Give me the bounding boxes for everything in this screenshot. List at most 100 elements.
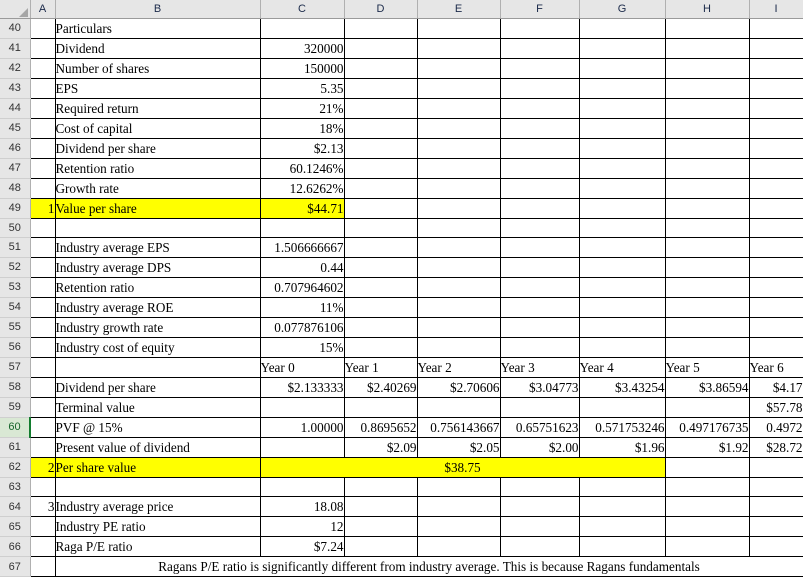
- table-row[interactable]: 67 Ragans P/E ratio is significantly dif…: [0, 556, 803, 577]
- cell-E53[interactable]: [416, 276, 501, 298]
- cell-G57[interactable]: Year 4: [578, 356, 666, 378]
- cell-G56[interactable]: [578, 336, 666, 358]
- cell-F46[interactable]: [499, 137, 580, 159]
- cell-C46[interactable]: $2.13: [259, 137, 345, 159]
- cell-I49[interactable]: [748, 197, 803, 219]
- cell-H62[interactable]: [664, 456, 750, 478]
- cell-E59[interactable]: [416, 396, 501, 418]
- spreadsheet-canvas[interactable]: A B C D E F G H I 40 Particulars 41 Divi…: [0, 0, 803, 577]
- table-row[interactable]: 63: [0, 476, 803, 498]
- cell-A66[interactable]: [29, 536, 56, 558]
- cell-G47[interactable]: [578, 157, 666, 179]
- table-row[interactable]: 51 Industry average EPS 1.506666667: [0, 236, 803, 258]
- cell-F44[interactable]: [499, 97, 580, 119]
- cell-H54[interactable]: [664, 296, 750, 318]
- cell-B56[interactable]: Industry cost of equity: [54, 336, 261, 358]
- row-header-48[interactable]: 48: [0, 178, 31, 199]
- cell-A55[interactable]: [29, 316, 56, 338]
- cell-A56[interactable]: [29, 336, 56, 358]
- cell-D59[interactable]: [343, 396, 418, 418]
- cell-A57[interactable]: [29, 356, 56, 378]
- cell-E56[interactable]: [416, 336, 501, 358]
- cell-A40[interactable]: [29, 17, 56, 39]
- cell-D56[interactable]: [343, 336, 418, 358]
- cell-A54[interactable]: [29, 296, 56, 318]
- row-header-40[interactable]: 40: [0, 18, 31, 39]
- cell-I41[interactable]: [748, 37, 803, 59]
- table-row[interactable]: 54 Industry average ROE 11%: [0, 296, 803, 318]
- cell-B47[interactable]: Retention ratio: [54, 157, 261, 179]
- cell-H44[interactable]: [664, 97, 750, 119]
- cell-B45[interactable]: Cost of capital: [54, 117, 261, 139]
- cell-E51[interactable]: [416, 236, 501, 258]
- cell-F64[interactable]: [499, 496, 580, 518]
- cell-A62[interactable]: 2: [29, 456, 56, 478]
- cell-I59[interactable]: $57.78: [748, 396, 803, 418]
- cell-E50[interactable]: [416, 217, 501, 238]
- column-header-C[interactable]: C: [260, 0, 345, 19]
- cell-B48[interactable]: Growth rate: [54, 177, 261, 199]
- cell-C64[interactable]: 18.08: [259, 496, 345, 518]
- table-row[interactable]: 46 Dividend per share $2.13: [0, 137, 803, 159]
- cell-G66[interactable]: [578, 536, 666, 558]
- cell-I58[interactable]: $4.17: [748, 376, 803, 398]
- row-header-45[interactable]: 45: [0, 118, 31, 139]
- cell-F40[interactable]: [499, 17, 580, 39]
- cell-B67-merged-note-line1[interactable]: Ragans P/E ratio is significantly differ…: [54, 556, 803, 577]
- cell-E41[interactable]: [416, 37, 501, 59]
- cell-H59[interactable]: [664, 396, 750, 418]
- table-row[interactable]: 55 Industry growth rate 0.077876106: [0, 316, 803, 338]
- row-header-62[interactable]: 62: [0, 457, 31, 478]
- column-header-I[interactable]: I: [749, 0, 803, 19]
- cell-G51[interactable]: [578, 236, 666, 258]
- cell-I55[interactable]: [748, 316, 803, 338]
- table-row[interactable]: 64 3 Industry average price 18.08: [0, 496, 803, 518]
- row-header-63[interactable]: 63: [0, 477, 31, 498]
- cell-C51[interactable]: 1.506666667: [259, 236, 345, 258]
- cell-I51[interactable]: [748, 236, 803, 258]
- table-row[interactable]: 49 1 Value per share $44.71: [0, 197, 803, 219]
- table-row[interactable]: 66 Raga P/E ratio $7.24: [0, 536, 803, 558]
- cell-G64[interactable]: [578, 496, 666, 518]
- column-header-row[interactable]: A B C D E F G H I: [0, 0, 803, 19]
- cell-B50[interactable]: [54, 217, 261, 238]
- cell-I46[interactable]: [748, 137, 803, 159]
- cell-G46[interactable]: [578, 137, 666, 159]
- table-row[interactable]: 42 Number of shares 150000: [0, 57, 803, 79]
- cell-A47[interactable]: [29, 157, 56, 179]
- cell-D44[interactable]: [343, 97, 418, 119]
- cell-B57[interactable]: [54, 356, 261, 378]
- cell-I57[interactable]: Year 6: [748, 356, 803, 378]
- cell-E58[interactable]: $2.70606: [416, 376, 501, 398]
- cell-D66[interactable]: [343, 536, 418, 558]
- cell-E63[interactable]: [416, 476, 501, 498]
- cell-C40[interactable]: [259, 17, 345, 39]
- cell-C56[interactable]: 15%: [259, 336, 345, 358]
- cell-H63[interactable]: [664, 476, 750, 498]
- cell-D47[interactable]: [343, 157, 418, 179]
- cell-E52[interactable]: [416, 256, 501, 278]
- row-header-60[interactable]: 60: [0, 417, 31, 438]
- row-header-67[interactable]: 67: [0, 556, 31, 577]
- table-row[interactable]: 53 Retention ratio 0.707964602: [0, 276, 803, 298]
- cell-G44[interactable]: [578, 97, 666, 119]
- cell-A67[interactable]: [29, 556, 56, 577]
- cell-C41[interactable]: 320000: [259, 37, 345, 59]
- cell-F57[interactable]: Year 3: [499, 356, 580, 378]
- cell-B51[interactable]: Industry average EPS: [54, 236, 261, 258]
- cell-H40[interactable]: [664, 17, 750, 39]
- cell-C44[interactable]: 21%: [259, 97, 345, 119]
- cell-G59[interactable]: [578, 396, 666, 418]
- cell-H41[interactable]: [664, 37, 750, 59]
- cell-D54[interactable]: [343, 296, 418, 318]
- cell-I48[interactable]: [748, 177, 803, 199]
- table-row[interactable]: 44 Required return 21%: [0, 97, 803, 119]
- cell-G53[interactable]: [578, 276, 666, 298]
- cell-C48[interactable]: 12.6262%: [259, 177, 345, 199]
- cell-E57[interactable]: Year 2: [416, 356, 501, 378]
- cell-C62-merged-per-share-value[interactable]: $38.75: [259, 456, 666, 478]
- cell-H48[interactable]: [664, 177, 750, 199]
- cell-D61[interactable]: $2.09: [343, 436, 418, 458]
- cell-G50[interactable]: [578, 217, 666, 238]
- cell-H61[interactable]: $1.92: [664, 436, 750, 458]
